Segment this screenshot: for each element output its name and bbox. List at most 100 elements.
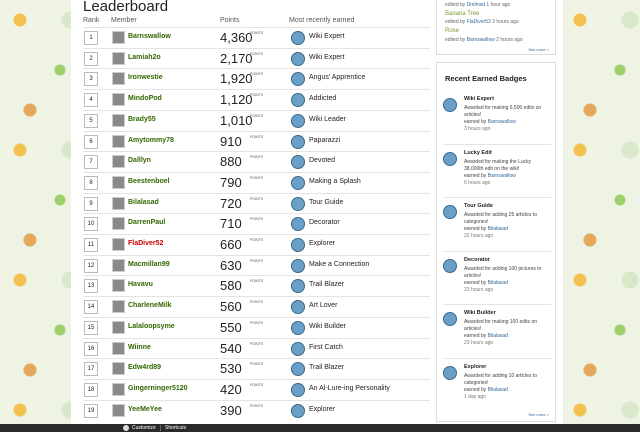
badge-icon[interactable] — [291, 403, 305, 418]
badge-name: Explorer — [309, 240, 336, 247]
avatar[interactable] — [112, 362, 125, 376]
member-name-link[interactable]: Gingerninger5120 — [128, 385, 188, 392]
member-name-link[interactable]: FlaDiver52 — [128, 240, 163, 247]
badge-icon[interactable] — [291, 217, 305, 232]
badge-icon[interactable] — [291, 175, 305, 190]
recent-badges-see-more-link[interactable]: See more > — [528, 412, 549, 417]
badge-icon[interactable] — [291, 51, 305, 66]
member-name-link[interactable]: DarrenPaul — [128, 219, 165, 226]
badge-icon[interactable] — [443, 98, 457, 112]
points-value: 560 — [220, 299, 242, 315]
badge-icon[interactable] — [291, 72, 305, 87]
rank-number: 8 — [84, 175, 98, 190]
badge-icon[interactable] — [291, 238, 305, 252]
recent-badge-user-link[interactable]: Bilalasad — [488, 280, 508, 286]
badge-icon[interactable] — [291, 196, 305, 211]
badge-icon[interactable] — [443, 312, 457, 326]
recent-badge-user-link[interactable]: Barnswallow — [488, 173, 516, 179]
activity-time: 2 hours ago — [492, 19, 519, 25]
customize-button[interactable]: Customize — [132, 424, 156, 432]
avatar[interactable] — [112, 341, 125, 355]
points-value: 2,170 — [220, 50, 253, 66]
activity-item-banana-tree[interactable]: Banana Tree — [445, 11, 479, 17]
member-name-link[interactable]: Edw4rd89 — [128, 364, 161, 371]
avatar[interactable] — [112, 258, 125, 272]
badge-name: Trail Blazer — [309, 281, 345, 289]
recent-badge-name[interactable]: Wiki Builder — [464, 310, 496, 316]
avatar[interactable] — [112, 113, 125, 127]
activity-item-rose[interactable]: Rose — [445, 28, 459, 34]
shortcuts-button[interactable]: Shortcuts — [165, 424, 186, 432]
avatar[interactable] — [112, 217, 125, 231]
gear-icon[interactable] — [123, 425, 129, 431]
badge-icon[interactable] — [443, 365, 457, 380]
avatar[interactable] — [112, 300, 125, 314]
table-row: 10 DarrenPaul 710 POINTS Decorator — [83, 213, 430, 233]
member-name-link[interactable]: YeeMeYee — [128, 406, 162, 413]
badge-icon[interactable] — [291, 362, 305, 377]
recent-badge-name[interactable]: Wiki Expert — [464, 96, 494, 102]
avatar[interactable] — [112, 320, 125, 334]
activity-user[interactable]: Dmlmsd — [467, 2, 485, 8]
member-name-link[interactable]: Macmillan99 — [128, 261, 170, 268]
points-label: POINTS — [250, 72, 264, 77]
member-name-link[interactable]: Brady55 — [128, 116, 156, 123]
badge-icon[interactable] — [291, 320, 305, 335]
avatar[interactable] — [112, 155, 125, 169]
earned-by-label: earned by — [464, 279, 487, 286]
activity-see-more-link[interactable]: See more > — [528, 47, 549, 52]
badge-icon[interactable] — [291, 134, 305, 149]
recent-badge-name[interactable]: Decorator — [464, 257, 490, 263]
member-name-link[interactable]: Beestenboel — [128, 178, 170, 185]
rank-number: 11 — [84, 238, 98, 252]
badge-icon[interactable] — [291, 279, 305, 294]
toolbar-divider — [160, 425, 161, 431]
avatar[interactable] — [112, 382, 125, 396]
member-name-link[interactable]: Lalaloopsyme — [128, 323, 175, 330]
recent-badge-name[interactable]: Tour Guide — [464, 203, 493, 209]
badge-icon[interactable] — [443, 205, 457, 219]
member-name-link[interactable]: Barnswallow — [128, 33, 171, 40]
avatar[interactable] — [112, 279, 125, 293]
recent-badge-user-link[interactable]: Bilalasad — [488, 226, 508, 232]
recent-badge-description: Awarded for making the Lucky 38,000th ed… — [464, 158, 532, 172]
avatar[interactable] — [112, 403, 125, 417]
member-name-link[interactable]: Bilalasad — [128, 199, 159, 206]
recent-badge-description: Awarded for making 6,500 edits on articl… — [464, 105, 542, 118]
member-name-link[interactable]: MindoPod — [128, 95, 162, 102]
badge-icon[interactable] — [291, 382, 305, 397]
recent-badge-earned-by: earned by Bilalasad — [464, 280, 508, 286]
activity-user[interactable]: Barnswallow — [467, 37, 495, 43]
avatar[interactable] — [112, 134, 125, 148]
badge-icon[interactable] — [291, 300, 305, 315]
badge-icon[interactable] — [291, 31, 305, 45]
recent-badge-user-link[interactable]: Bilalasad — [488, 387, 508, 393]
badge-icon[interactable] — [291, 258, 305, 273]
avatar[interactable] — [112, 238, 125, 251]
member-name-link[interactable]: Dalllyn — [128, 157, 151, 164]
recent-badge-name[interactable]: Explorer — [464, 364, 486, 370]
activity-user[interactable]: FlaDiver52 — [467, 19, 491, 25]
member-name-link[interactable]: Havavu — [128, 281, 153, 288]
badge-icon[interactable] — [291, 93, 305, 108]
avatar[interactable] — [112, 31, 125, 44]
avatar[interactable] — [112, 196, 125, 210]
badge-icon[interactable] — [443, 151, 457, 166]
badge-icon[interactable] — [291, 341, 305, 356]
member-name-link[interactable]: Wiinne — [128, 344, 151, 351]
recent-badge-name[interactable]: Lucky Edit — [464, 150, 492, 156]
avatar[interactable] — [112, 93, 125, 107]
badge-icon[interactable] — [291, 113, 305, 128]
member-name-link[interactable]: Lamiah2o — [128, 54, 161, 61]
member-name-link[interactable]: CharleneMilk — [128, 302, 172, 309]
badge-icon[interactable] — [443, 258, 457, 273]
member-name-link[interactable]: Ironwestie — [128, 74, 163, 81]
badge-icon[interactable] — [291, 155, 305, 170]
member-name-link[interactable]: Amytommy78 — [128, 137, 174, 144]
avatar[interactable] — [112, 72, 125, 86]
avatar[interactable] — [112, 51, 125, 65]
recent-badge-user-link[interactable]: Barnswallow — [488, 119, 516, 125]
avatar[interactable] — [112, 175, 125, 189]
table-row: 16 Wiinne 540 POINTS First Catch — [83, 337, 430, 358]
recent-badge-user-link[interactable]: Bilalasad — [488, 333, 508, 339]
